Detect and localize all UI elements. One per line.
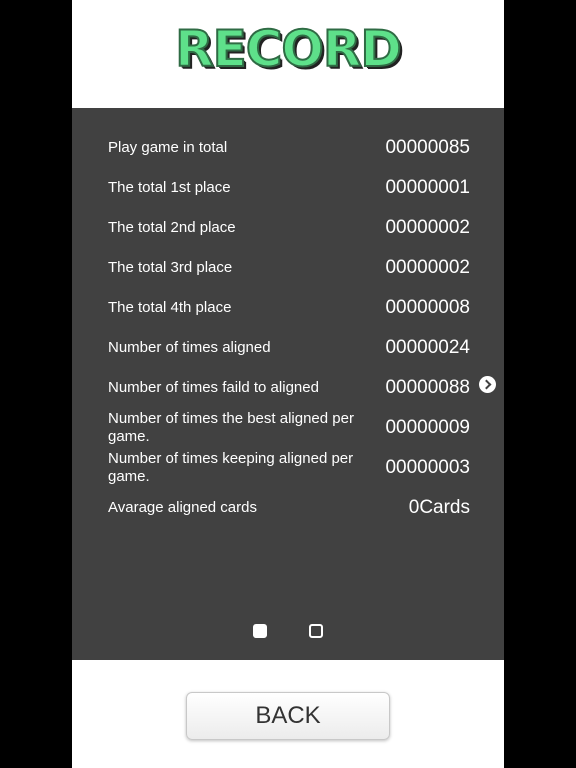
stats-panel: Play game in total 00000085 The total 1s… (72, 108, 504, 660)
title-area: RECORD (72, 0, 504, 108)
stat-label: Number of times keeping aligned per game… (108, 450, 354, 485)
stat-row-2nd-place: The total 2nd place 00000002 (108, 208, 470, 248)
stat-value: 00000002 (385, 217, 470, 238)
page-title: RECORD (174, 19, 403, 79)
stat-value: 00000009 (385, 417, 470, 438)
chevron-right-icon[interactable] (479, 376, 496, 393)
stat-row-4th-place: The total 4th place 00000008 (108, 288, 470, 328)
stat-label: The total 4th place (108, 299, 232, 316)
stat-label: Number of times the best aligned per gam… (108, 410, 354, 445)
stat-value: 00000085 (385, 137, 470, 158)
stat-row-failed-aligned: Number of times faild to aligned 0000008… (108, 368, 470, 408)
stat-value: 00000003 (385, 457, 470, 478)
stat-label: Number of times aligned (108, 339, 271, 356)
stat-row-1st-place: The total 1st place 00000001 (108, 168, 470, 208)
stat-value: 00000024 (385, 337, 470, 358)
page-indicator-1[interactable] (253, 624, 267, 638)
stat-row-games-total: Play game in total 00000085 (108, 128, 470, 168)
stat-value: 00000002 (385, 257, 470, 278)
stat-row-times-aligned: Number of times aligned 00000024 (108, 328, 470, 368)
stat-value: 00000001 (385, 177, 470, 198)
stat-value: 00000008 (385, 297, 470, 318)
page-indicator-2[interactable] (309, 624, 323, 638)
stat-value: 00000088 (385, 377, 470, 398)
record-screen: RECORD Play game in total 00000085 The t… (72, 0, 504, 768)
stat-label: The total 3rd place (108, 259, 233, 276)
stat-row-3rd-place: The total 3rd place 00000002 (108, 248, 470, 288)
stat-row-average-aligned: Avarage aligned cards 0Cards (108, 488, 470, 528)
stat-label: The total 1st place (108, 179, 231, 196)
back-button[interactable]: BACK (186, 692, 390, 740)
stat-label: The total 2nd place (108, 219, 236, 236)
stat-value: 0Cards (408, 497, 470, 518)
stat-label: Number of times faild to aligned (108, 379, 319, 396)
stat-label: Avarage aligned cards (108, 499, 257, 516)
stat-label: Play game in total (108, 139, 228, 156)
stat-row-best-aligned: Number of times the best aligned per gam… (108, 408, 470, 448)
stat-row-keeping-aligned: Number of times keeping aligned per game… (108, 448, 470, 488)
